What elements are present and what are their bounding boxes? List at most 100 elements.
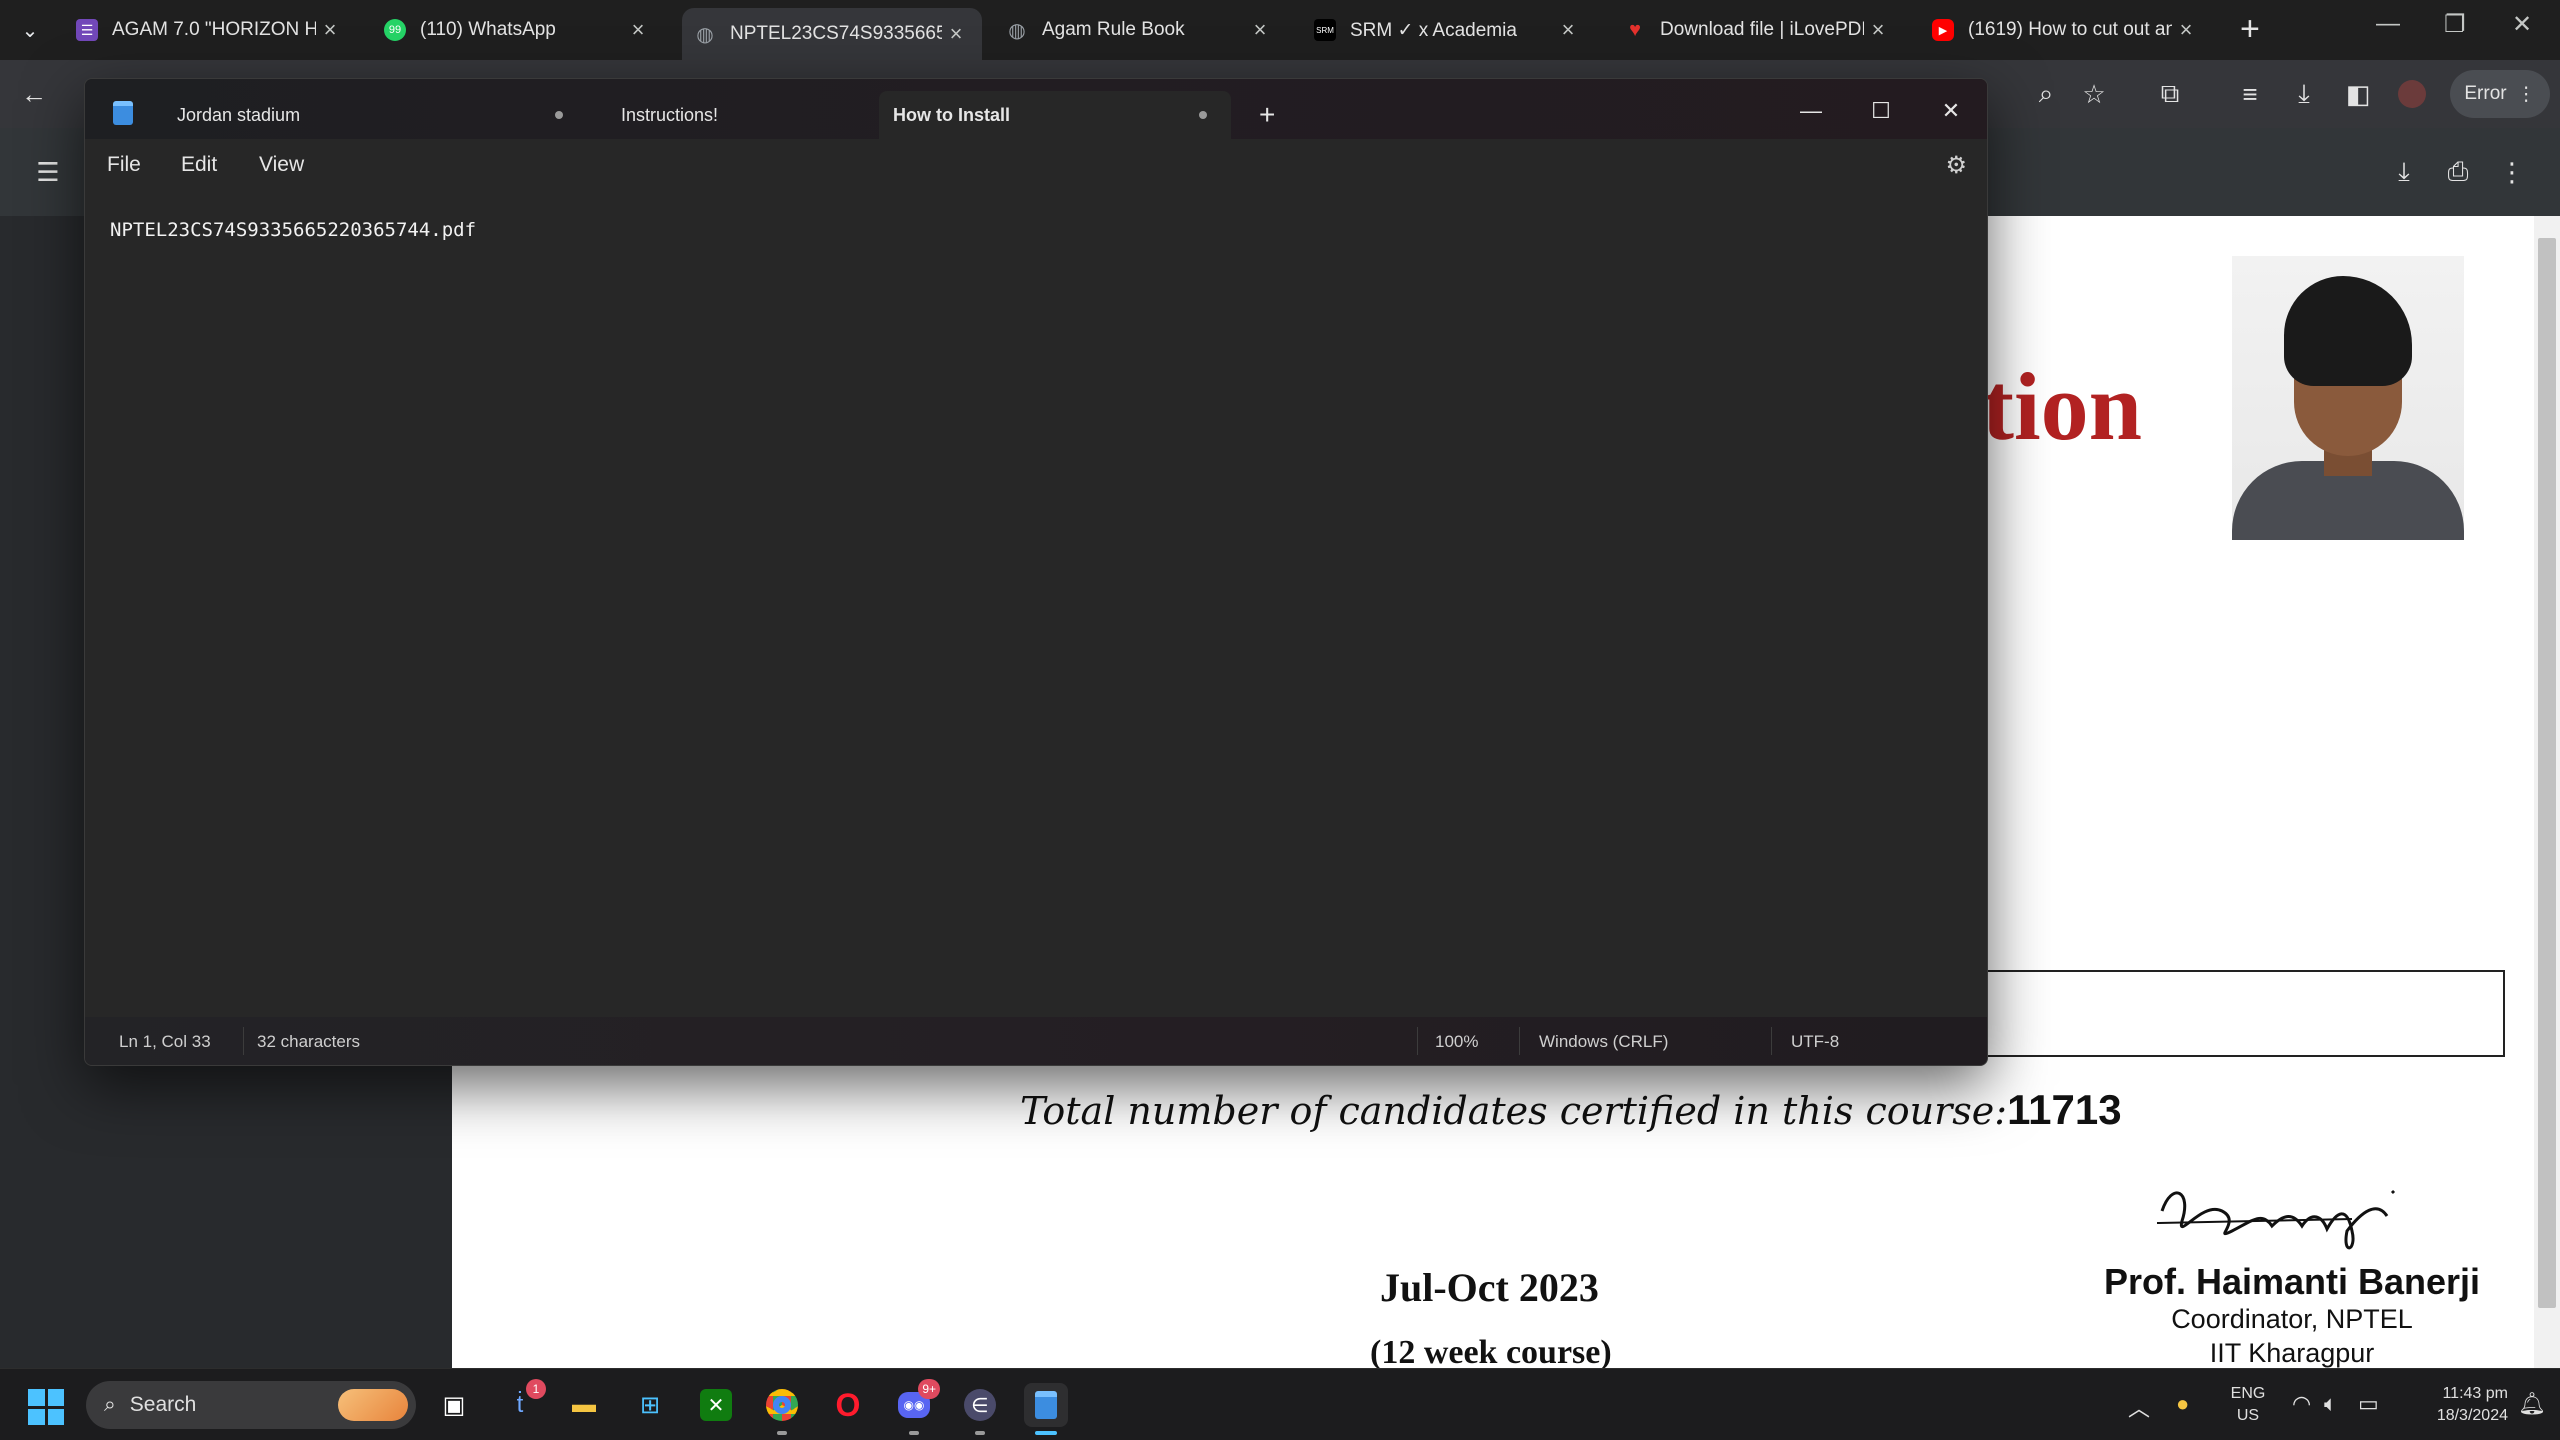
file-explorer-button[interactable]: ▬: [562, 1383, 606, 1427]
avatar[interactable]: [2390, 72, 2434, 116]
running-indicator: [909, 1431, 919, 1435]
region-code: US: [2236, 1407, 2260, 1424]
notepad-tab-active[interactable]: How to Install: [879, 91, 1231, 139]
browser-tab[interactable]: 99 (110) WhatsApp ×: [372, 8, 664, 52]
volume-icon[interactable]: 🔈︎: [2324, 1391, 2337, 1417]
signatory-name: Prof. Haimanti Banerji: [2103, 1261, 2481, 1302]
pdf-menu-button[interactable]: ☰: [26, 150, 70, 194]
close-icon[interactable]: ×: [1554, 17, 1582, 43]
close-icon[interactable]: ×: [1864, 17, 1892, 43]
close-icon[interactable]: ×: [1246, 17, 1274, 43]
profile-error-button[interactable]: Error ⋮: [2450, 70, 2550, 118]
tab-search-button[interactable]: ⌄: [8, 8, 52, 52]
downloads-button[interactable]: ⤓: [2282, 72, 2326, 116]
browser-tab-active[interactable]: ◍ NPTEL23CS74S93356652 ×: [682, 8, 982, 60]
microsoft-store-button[interactable]: ⊞: [628, 1383, 672, 1427]
media-controls-button[interactable]: ≡: [2228, 72, 2272, 116]
extensions-button[interactable]: ⧉: [2148, 72, 2192, 116]
file-encoding[interactable]: UTF-8: [1791, 1032, 1839, 1052]
pdf-scrollbar[interactable]: [2534, 216, 2560, 1368]
close-icon[interactable]: ×: [942, 21, 970, 47]
tray-app-icon[interactable]: ●: [2176, 1391, 2189, 1417]
menu-edit[interactable]: Edit: [181, 153, 217, 177]
browser-tab[interactable]: ▶ (1619) How to cut out an ×: [1920, 8, 2212, 52]
browser-close-button[interactable]: ✕: [2512, 10, 2532, 39]
side-panel-button[interactable]: ◧: [2336, 72, 2380, 116]
browser-tab-title: NPTEL23CS74S93356652: [730, 23, 942, 44]
chevron-up-icon[interactable]: ︿: [2128, 1391, 2150, 1423]
plus-icon: +: [1259, 99, 1276, 130]
notepad-maximize-button[interactable]: ☐: [1859, 93, 1903, 129]
notepad-taskbar-button[interactable]: [1024, 1383, 1068, 1435]
browser-restore-button[interactable]: ❐: [2444, 10, 2466, 39]
close-icon[interactable]: ×: [2172, 17, 2200, 43]
browser-tab[interactable]: ♥ Download file | iLovePDF ×: [1612, 8, 1904, 52]
browser-tab-title: Agam Rule Book: [1042, 19, 1185, 40]
notification-bell-icon[interactable]: 🔔︎: [2518, 1391, 2546, 1417]
notepad-app-icon: [113, 101, 133, 125]
xbox-button[interactable]: ✕: [694, 1383, 738, 1427]
globe-icon: ◍: [1008, 19, 1026, 42]
notepad-icon: [1035, 1391, 1057, 1419]
search-highlight-image: [338, 1389, 408, 1421]
system-clock[interactable]: 11:43 pm 18/3/2024: [2398, 1383, 2508, 1427]
menu-view[interactable]: View: [259, 153, 304, 177]
editor-text[interactable]: NPTEL23CS74S9335665220365744.pdf: [110, 219, 476, 241]
pdf-more-button[interactable]: ⋮: [2490, 150, 2534, 194]
taskbar-search[interactable]: ⌕ Search: [86, 1381, 416, 1429]
pdf-print-button[interactable]: ⎙: [2436, 150, 2480, 194]
notepad-menubar: File Edit View ⚙: [85, 139, 1987, 193]
notepad-close-button[interactable]: ✕: [1929, 93, 1973, 129]
certified-count: Total number of candidates certified in …: [1020, 1086, 2122, 1134]
scrollbar-thumb[interactable]: [2538, 238, 2556, 1308]
settings-gear-icon[interactable]: ⚙: [1945, 151, 1967, 180]
star-icon: ☆: [2082, 78, 2106, 109]
browser-tab-title: SRM ✓ x Academia: [1350, 19, 1517, 41]
arc-button[interactable]: ∈: [958, 1383, 1002, 1435]
close-icon[interactable]: ×: [624, 17, 652, 43]
notepad-tab-title: Instructions!: [621, 104, 719, 125]
teams-icon: ṫ: [516, 1391, 524, 1418]
wifi-icon[interactable]: ◠: [2292, 1391, 2311, 1417]
zoom-button[interactable]: ⌕: [2024, 72, 2068, 116]
battery-icon[interactable]: ▭: [2358, 1391, 2379, 1417]
running-indicator: [975, 1431, 985, 1435]
pdf-download-button[interactable]: ⤓: [2382, 150, 2426, 194]
menu-file[interactable]: File: [107, 153, 141, 177]
certified-count-value: 11713: [2007, 1086, 2122, 1133]
close-icon[interactable]: ×: [316, 17, 344, 43]
whatsapp-icon: 99: [384, 19, 406, 41]
opera-button[interactable]: O: [826, 1383, 870, 1427]
youtube-icon: ▶: [1932, 19, 1954, 41]
running-indicator: [777, 1431, 787, 1435]
zoom-level[interactable]: 100%: [1435, 1032, 1478, 1052]
notepad-new-tab-button[interactable]: +: [1259, 99, 1275, 131]
teams-button[interactable]: ṫ 1: [498, 1379, 546, 1427]
folder-icon: ▬: [572, 1391, 596, 1418]
globe-icon: ◍: [696, 23, 714, 46]
course-period: Jul-Oct 2023: [1380, 1265, 1599, 1310]
notepad-tab[interactable]: Jordan stadium: [157, 91, 587, 139]
browser-minimize-button[interactable]: —: [2376, 10, 2400, 38]
ilovepdf-icon: ♥: [1629, 18, 1641, 41]
start-button[interactable]: [28, 1389, 64, 1425]
browser-tab[interactable]: ◍ Agam Rule Book ×: [994, 8, 1286, 52]
signatory-role: Coordinator, NPTEL: [2171, 1304, 2413, 1334]
browser-tab-title: Download file | iLovePDF: [1660, 19, 1864, 40]
task-view-button[interactable]: ▣: [432, 1383, 476, 1427]
certificate-heading: tion: [1982, 353, 2143, 460]
line-ending[interactable]: Windows (CRLF): [1539, 1032, 1668, 1052]
language-indicator[interactable]: ENG US: [2228, 1383, 2268, 1427]
discord-button[interactable]: ◉◉ 9+: [892, 1379, 940, 1435]
course-duration: (12 week course): [1370, 1334, 1612, 1368]
chrome-button[interactable]: [760, 1383, 804, 1435]
notepad-editor[interactable]: NPTEL23CS74S9335665220365744.pdf: [85, 193, 1987, 1019]
notepad-minimize-button[interactable]: —: [1789, 93, 1833, 129]
back-button[interactable]: ←: [12, 72, 56, 116]
new-tab-button[interactable]: +: [2240, 10, 2260, 49]
signature: [2156, 1189, 2396, 1250]
bookmark-button[interactable]: ☆: [2072, 72, 2116, 116]
more-vertical-icon: ⋮: [2499, 156, 2525, 187]
browser-tab[interactable]: ☰ AGAM 7.0 "HORIZON HA ×: [64, 8, 356, 52]
browser-tab[interactable]: SRM SRM ✓ x Academia ×: [1302, 8, 1594, 52]
